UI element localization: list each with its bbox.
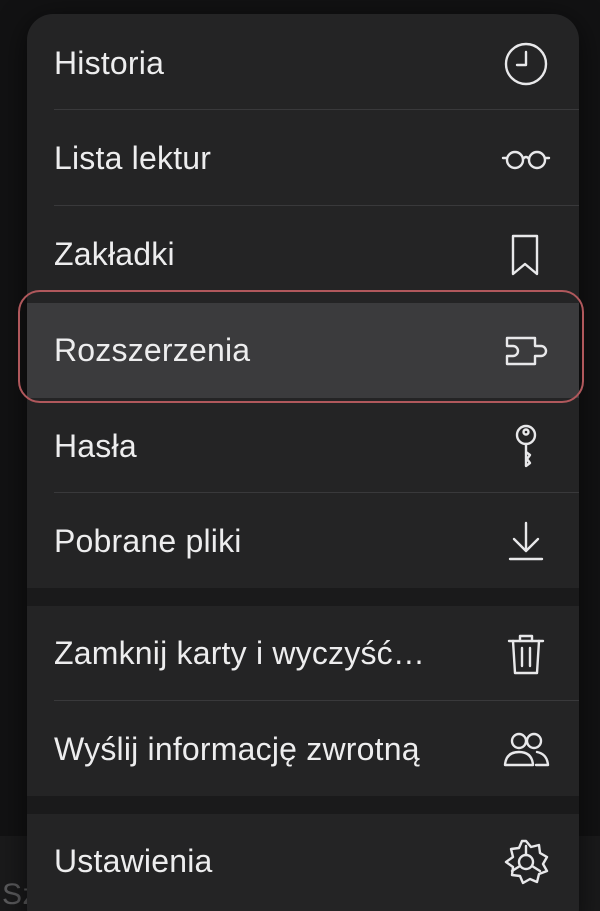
menu-item-label: Wyślij informację zwrotną [54, 731, 420, 767]
menu-item-label: Rozszerzenia [54, 332, 251, 368]
menu-item-label: Hasła [54, 428, 137, 464]
divider [54, 700, 579, 701]
screen: Sz Historia Lista lektur Zakładki Rozsze… [0, 0, 600, 911]
menu-item-settings[interactable]: Ustawienia [27, 814, 579, 909]
bookmark-icon [501, 230, 551, 280]
trash-icon [501, 629, 551, 679]
section-separator [27, 588, 579, 606]
menu-item-label: Ustawienia [54, 843, 213, 879]
download-icon [501, 517, 551, 567]
menu-item-reading-list[interactable]: Lista lektur [27, 111, 579, 206]
menu-item-bookmarks[interactable]: Zakładki [27, 207, 579, 302]
menu-item-passwords[interactable]: Hasła [27, 399, 579, 494]
menu-item-label: Zamknij karty i wyczyść… [54, 635, 426, 671]
menu-item-label: Zakładki [54, 236, 175, 272]
menu-item-close-tabs-clear[interactable]: Zamknij karty i wyczyść… [27, 606, 579, 701]
clock-icon [501, 39, 551, 89]
divider [54, 205, 579, 206]
people-icon [501, 725, 551, 775]
divider [54, 492, 579, 493]
glasses-icon [501, 134, 551, 184]
menu-item-send-feedback[interactable]: Wyślij informację zwrotną [27, 702, 579, 797]
menu-item-label: Lista lektur [54, 140, 212, 176]
section-separator [27, 796, 579, 814]
extension-icon [501, 326, 551, 376]
menu-item-extensions[interactable]: Rozszerzenia [27, 303, 579, 398]
menu-item-downloads[interactable]: Pobrane pliki [27, 494, 579, 589]
gear-icon [501, 837, 551, 887]
key-icon [501, 422, 551, 472]
browser-menu: Historia Lista lektur Zakładki Rozszerze… [27, 14, 579, 911]
menu-item-history[interactable]: Historia [27, 16, 579, 111]
menu-item-label: Pobrane pliki [54, 523, 242, 559]
menu-item-label: Historia [54, 45, 165, 81]
divider [54, 109, 579, 110]
